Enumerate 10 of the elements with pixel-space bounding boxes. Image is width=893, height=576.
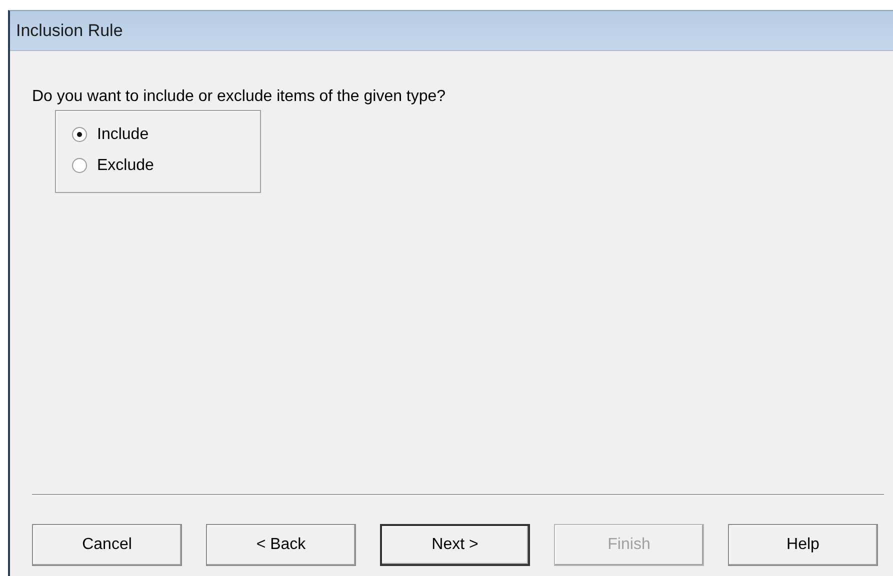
dialog-button[interactable]: Cancel <box>32 524 182 566</box>
dialog-button[interactable]: Next > <box>380 524 530 566</box>
window-title: Inclusion Rule <box>16 20 123 40</box>
radio-button[interactable] <box>72 127 87 142</box>
radio-option[interactable]: Include <box>72 119 260 150</box>
radio-button[interactable] <box>72 158 87 173</box>
dialog-button[interactable]: Help <box>728 524 878 566</box>
dialog-button[interactable]: < Back <box>206 524 356 566</box>
question-text: Do you want to include or exclude items of the given type? <box>32 88 447 106</box>
radio-option[interactable]: Exclude <box>72 150 260 181</box>
